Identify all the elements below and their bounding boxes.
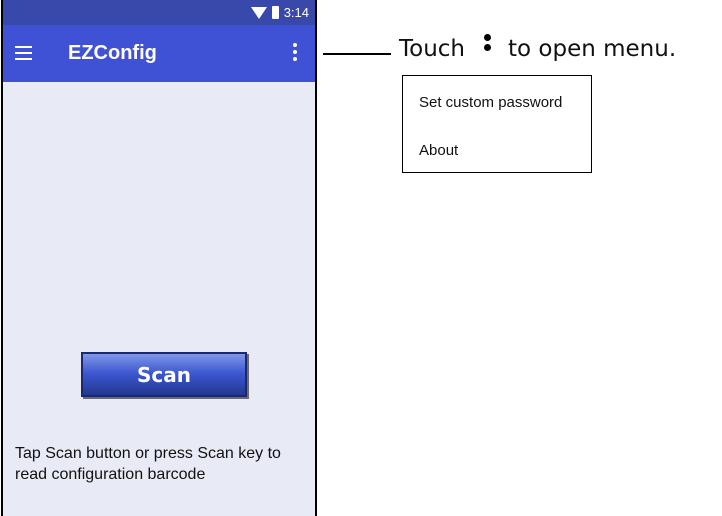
app-bar: EZConfig — [3, 25, 315, 82]
phone-screen: 3:14 EZConfig Scan Tap Scan button or pr… — [1, 0, 317, 516]
menu-item-set-custom-password[interactable]: Set custom password — [419, 94, 562, 111]
status-time: 3:14 — [283, 5, 309, 20]
callout-touch: Touch — [399, 36, 466, 62]
status-bar: 3:14 — [3, 0, 315, 25]
overflow-menu-icon[interactable] — [290, 43, 300, 65]
callout-text: Touch to open menu. — [399, 34, 677, 62]
popup-menu: Set custom password About — [402, 75, 592, 173]
scan-instructions: Tap Scan button or press Scan key to rea… — [15, 445, 281, 483]
scan-button[interactable]: Scan — [81, 352, 247, 397]
callout-rest: to open menu. — [508, 36, 677, 62]
app-title: EZConfig — [68, 42, 157, 64]
status-icons: 3:14 — [250, 5, 309, 20]
wifi-icon — [250, 6, 267, 19]
overflow-menu-icon — [478, 34, 496, 60]
callout-line — [323, 53, 391, 55]
battery-icon — [271, 6, 279, 19]
hamburger-menu-icon[interactable] — [15, 46, 32, 61]
menu-item-about[interactable]: About — [419, 142, 458, 159]
